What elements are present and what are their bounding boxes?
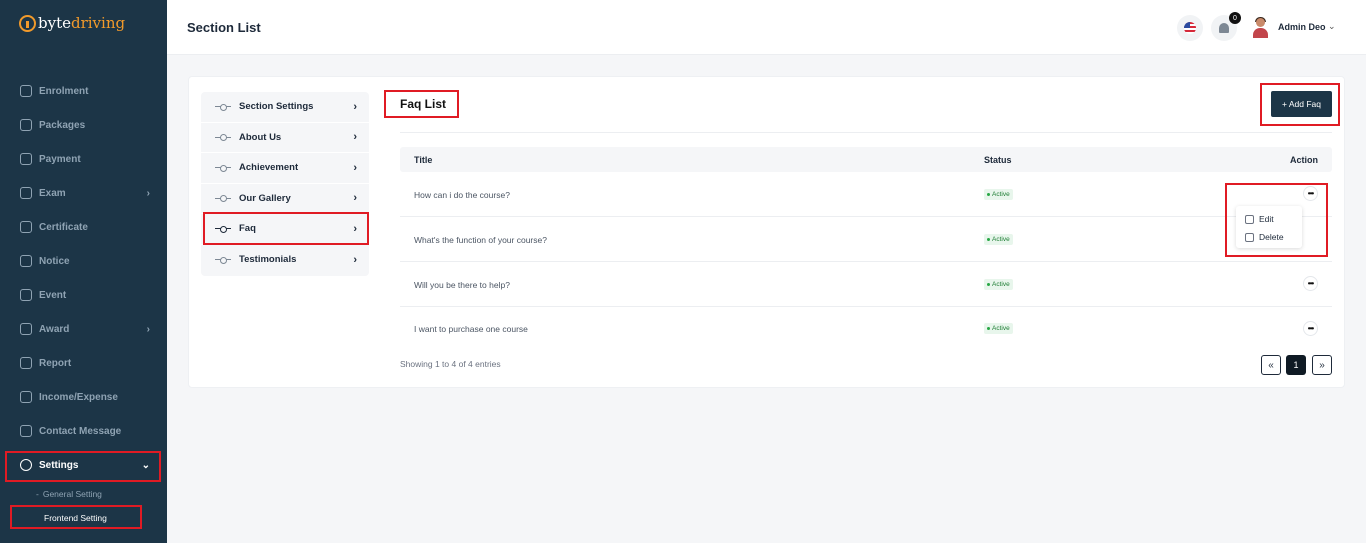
bell-icon [1219, 23, 1229, 33]
faq-title-cell: I want to purchase one course [414, 324, 528, 334]
status-badge: Active [984, 234, 1013, 245]
message-icon [20, 425, 32, 437]
chevron-right-icon: › [353, 161, 357, 174]
payment-icon [20, 153, 32, 165]
page-title: Section List [187, 20, 261, 35]
node-icon [215, 256, 231, 264]
steering-wheel-icon [19, 14, 36, 32]
sidebar-item-income-expense[interactable]: Income/Expense [0, 380, 167, 414]
brand-name: bytedriving [38, 14, 126, 32]
sidebar-item-certificate[interactable]: Certificate [0, 210, 167, 244]
section-item-our-gallery[interactable]: Our Gallery › [201, 184, 369, 214]
sidebar-item-event[interactable]: Event [0, 278, 167, 312]
sidebar-item-contact-message[interactable]: Contact Message [0, 414, 167, 448]
award-icon [20, 323, 32, 335]
table-row: I want to purchase one course Active ••• [400, 307, 1332, 350]
sidebar-item-exam[interactable]: Exam › [0, 176, 167, 210]
chevron-right-icon: › [353, 253, 357, 266]
sidebar-item-enrolment[interactable]: Enrolment [0, 74, 167, 108]
exam-icon [20, 187, 32, 199]
table-row: How can i do the course? Active ••• [400, 172, 1332, 217]
chevron-right-icon: › [353, 192, 357, 205]
pagination-prev[interactable]: « [1261, 355, 1281, 375]
certificate-icon [20, 221, 32, 233]
node-icon [215, 134, 231, 142]
report-icon [20, 357, 32, 369]
column-action: Action [1290, 155, 1318, 165]
entries-info: Showing 1 to 4 of 4 entries [400, 359, 501, 369]
us-flag-icon [1184, 22, 1196, 34]
highlight-action-menu [1225, 183, 1328, 257]
chevron-right-icon: › [353, 131, 357, 144]
node-icon [215, 103, 231, 111]
status-badge: Active [984, 323, 1013, 334]
sidebar-subitem-general-setting[interactable]: - General Setting [0, 482, 167, 506]
faq-title-cell: How can i do the course? [414, 190, 510, 200]
highlight-frontend-setting [10, 505, 142, 529]
section-item-about-us[interactable]: About Us › [201, 123, 369, 153]
chevron-right-icon: › [146, 324, 150, 335]
highlight-faq-item [203, 212, 369, 245]
node-icon [215, 164, 231, 172]
section-item-section-settings[interactable]: Section Settings › [201, 92, 369, 123]
notification-badge: 0 [1229, 12, 1241, 24]
status-badge: Active [984, 189, 1013, 200]
brand-logo[interactable]: bytedriving [19, 14, 125, 32]
user-name[interactable]: Admin Deo [1278, 22, 1326, 32]
event-icon [20, 289, 32, 301]
chevron-right-icon: › [353, 100, 357, 113]
sidebar-item-report[interactable]: Report [0, 346, 167, 380]
status-badge: Active [984, 279, 1013, 290]
top-header: Section List 0 Admin Deo ⌄ [167, 0, 1366, 55]
pagination-next[interactable]: » [1312, 355, 1332, 375]
column-title: Title [414, 155, 433, 165]
highlight-settings [5, 451, 161, 482]
chevron-down-icon[interactable]: ⌄ [1328, 21, 1336, 32]
packages-icon [20, 119, 32, 131]
wallet-icon [20, 391, 32, 403]
sidebar-item-award[interactable]: Award › [0, 312, 167, 346]
notice-icon [20, 255, 32, 267]
section-item-achievement[interactable]: Achievement › [201, 153, 369, 184]
section-menu: Section Settings › About Us › Achievement ›… [201, 92, 369, 276]
table-row: Will you be there to help? Active ••• [400, 262, 1332, 307]
chevron-right-icon: › [146, 188, 150, 199]
avatar[interactable] [1251, 17, 1269, 38]
table-row: What's the function of your course? Acti… [400, 217, 1332, 262]
sidebar-item-payment[interactable]: Payment [0, 142, 167, 176]
language-selector[interactable] [1177, 15, 1203, 41]
node-icon [215, 195, 231, 203]
faq-title-cell: Will you be there to help? [414, 280, 510, 290]
highlight-add-faq [1260, 83, 1340, 126]
faq-title-cell: What's the function of your course? [414, 235, 547, 245]
more-options-button[interactable]: ••• [1303, 276, 1318, 291]
sidebar-item-packages[interactable]: Packages [0, 108, 167, 142]
pagination-page-1[interactable]: 1 [1286, 355, 1306, 375]
more-options-button[interactable]: ••• [1303, 321, 1318, 336]
sidebar-item-notice[interactable]: Notice [0, 244, 167, 278]
divider [400, 132, 1332, 133]
column-status: Status [984, 155, 1012, 165]
table-header: Title Status Action [400, 147, 1332, 172]
enrolment-icon [20, 85, 32, 97]
section-item-testimonials[interactable]: Testimonials › [201, 245, 369, 276]
highlight-faq-title [384, 90, 459, 118]
